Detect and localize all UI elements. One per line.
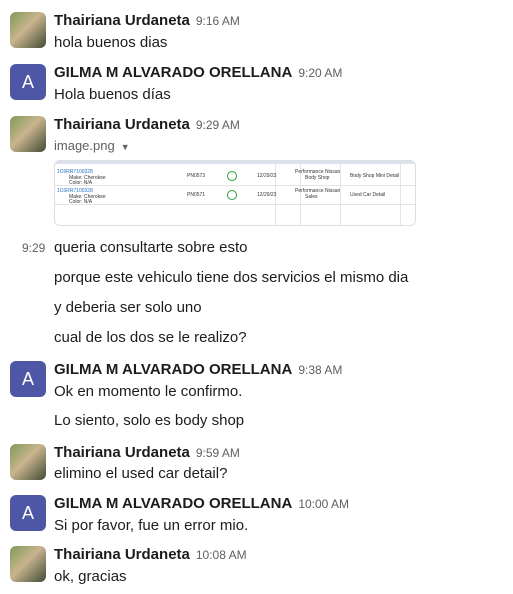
table-row: 1C6RR7100328 Make: Cherokee Color: N/A P… — [55, 167, 415, 186]
message-text: elimino el used car detail? — [54, 465, 228, 482]
message-text: hola buenos dias — [54, 34, 168, 51]
message-text: porque este vehiculo tiene dos servicios… — [54, 269, 409, 286]
message-author[interactable]: Thairiana Urdaneta 9:59 AM — [54, 444, 240, 461]
message-timestamp[interactable]: 9:38 AM — [298, 363, 342, 377]
message-text: queria consultarte sobre esto — [54, 239, 248, 256]
image-attachment[interactable]: 1C6RR7100328 Make: Cherokee Color: N/A P… — [54, 160, 416, 226]
message-text: Si por favor, fue un error mio. — [54, 517, 249, 534]
avatar[interactable]: A — [10, 361, 46, 397]
message-timestamp[interactable]: 9:16 AM — [196, 14, 240, 28]
thumbnail-header — [55, 161, 415, 164]
message-text: Hola buenos días — [54, 86, 171, 103]
message-timestamp[interactable]: 9:59 AM — [196, 446, 240, 460]
check-circle-icon — [227, 171, 237, 181]
message-author[interactable]: GILMA M ALVARADO ORELLANA 10:00 AM — [54, 495, 349, 512]
message-timestamp[interactable]: 10:00 AM — [298, 497, 349, 511]
message-author[interactable]: GILMA M ALVARADO ORELLANA 9:20 AM — [54, 64, 342, 81]
avatar[interactable] — [10, 444, 46, 480]
message-text: Lo siento, solo es body shop — [54, 412, 245, 429]
avatar[interactable]: A — [10, 495, 46, 531]
message-text: y deberia ser solo uno — [54, 299, 202, 316]
message-author[interactable]: Thairiana Urdaneta 9:16 AM — [54, 12, 240, 29]
message-text: ok, gracias — [54, 568, 127, 585]
message-text: cual de los dos se le realizo? — [54, 329, 247, 346]
message-timestamp[interactable]: 10:08 AM — [196, 548, 247, 562]
message-timestamp[interactable]: 9:29 — [22, 241, 45, 255]
message-timestamp[interactable]: 9:20 AM — [298, 66, 342, 80]
avatar[interactable] — [10, 546, 46, 582]
message-author[interactable]: Thairiana Urdaneta 10:08 AM — [54, 546, 247, 563]
message-author[interactable]: Thairiana Urdaneta 9:29 AM — [54, 116, 240, 133]
avatar[interactable]: A — [10, 64, 46, 100]
message-author[interactable]: GILMA M ALVARADO ORELLANA 9:38 AM — [54, 361, 342, 378]
avatar[interactable] — [10, 116, 46, 152]
table-row: 1C6RR7100328 Make: Cherokee Color: N/A P… — [55, 186, 415, 205]
attachment-label[interactable]: image.png ▼ — [54, 138, 130, 153]
message-text: Ok en momento le confirmo. — [54, 383, 243, 400]
avatar[interactable] — [10, 12, 46, 48]
message-timestamp[interactable]: 9:29 AM — [196, 118, 240, 132]
check-circle-icon — [227, 190, 237, 200]
chevron-down-icon[interactable]: ▼ — [121, 142, 130, 152]
